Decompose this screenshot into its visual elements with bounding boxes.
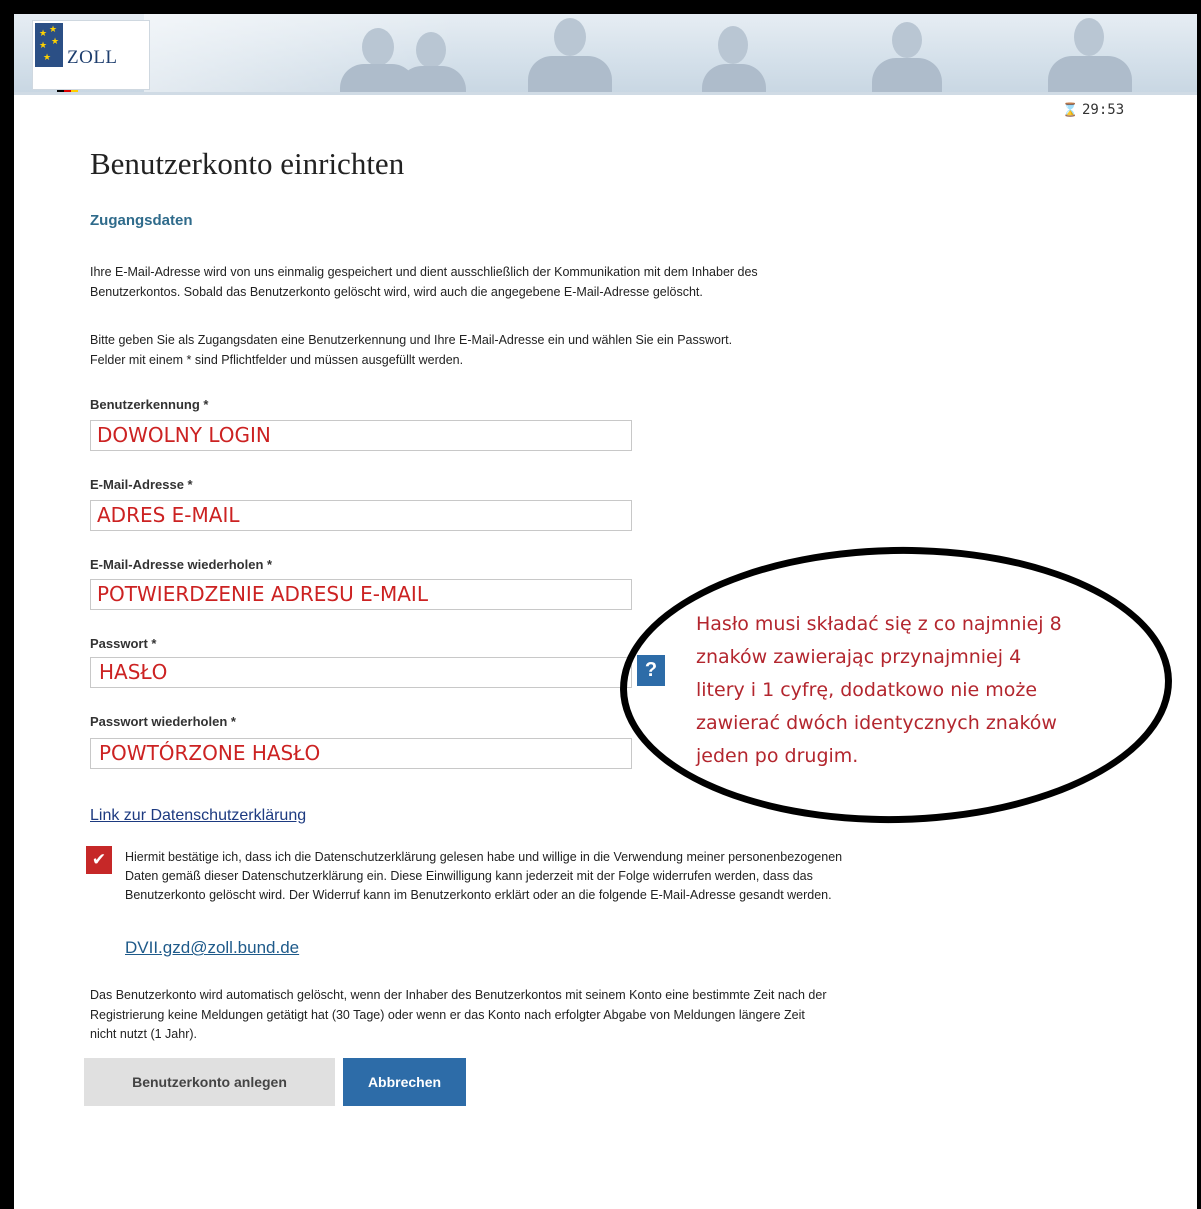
annotation-text: Hasło musi składać się z co najmniej 8 z… [696,608,1136,773]
banner-person-image [522,16,618,92]
eu-emblem-icon: ★ ★ ★ ★ ★ [35,23,63,67]
screenshot-frame-right [1197,0,1201,1209]
zoll-logo[interactable]: ★ ★ ★ ★ ★ ZOLL [32,20,150,92]
deletion-line: nicht nutzt (1 Jahr). [90,1027,197,1041]
username-label: Benutzerkennung * [90,397,209,412]
consent-text: Hiermit bestätige ich, dass ich die Date… [125,848,1035,905]
email-label: E-Mail-Adresse * [90,477,193,492]
consent-line: Benutzerkonto gelöscht wird. Der Widerru… [125,888,832,902]
annotation-line: Hasło musi składać się z co najmniej 8 [696,613,1062,635]
password-repeat-label: Passwort wiederholen * [90,714,236,729]
session-timer: ⌛ 29:53 [1062,102,1124,118]
contact-email-link[interactable]: DVII.gzd@zoll.bund.de [125,938,299,958]
email-repeat-label: E-Mail-Adresse wiederholen * [90,557,273,572]
screenshot-frame-top [0,0,1201,14]
privacy-policy-link[interactable]: Link zur Datenschutzerklärung [90,807,306,825]
checkmark-icon: ✔ [91,850,107,869]
email-input[interactable]: ADRES E-MAIL [90,500,632,531]
annotation-line: zawierać dwóch identycznych znaków [696,712,1057,734]
instructions-text: Bitte geben Sie als Zugangsdaten eine Be… [90,330,960,370]
instructions-line: Felder mit einem * sind Pflichtfelder un… [90,353,464,367]
intro-line: Benutzerkontos. Sobald das Benutzerkonto… [90,285,703,299]
banner-person-image [392,28,472,92]
logo-text: ZOLL [67,47,118,68]
deletion-line: Registrierung keine Meldungen getätigt h… [90,1007,805,1022]
consent-line: Daten gemäß dieser Datenschutzerklärung … [125,869,813,883]
cancel-button[interactable]: Abbrechen [343,1058,466,1106]
intro-line: Ihre E-Mail-Adresse wird von uns einmali… [90,265,758,279]
timer-value: 29:53 [1082,102,1125,118]
deletion-line: Das Benutzerkonto wird automatisch gelös… [90,988,827,1002]
annotation-line: litery i 1 cyfrę, dodatkowo nie może [696,679,1038,701]
page-title: Benutzerkonto einrichten [90,146,405,181]
banner-person-image [694,22,774,92]
consent-checkbox[interactable]: ✔ [86,846,112,874]
header-banner: ★ ★ ★ ★ ★ ZOLL [14,14,1197,95]
screenshot-frame-left [0,0,14,1209]
password-repeat-input[interactable]: POWTÓRZONE HASŁO [90,738,632,769]
annotation-line: znaków zawierając przynajmniej 4 [696,646,1022,668]
deletion-notice: Das Benutzerkonto wird automatisch gelös… [90,986,1020,1045]
banner-person-image [1040,16,1140,92]
section-heading: Zugangsdaten [90,212,193,229]
german-flag-icon [57,81,79,92]
banner-person-image [864,18,950,92]
hourglass-icon: ⌛ [1062,103,1079,118]
create-account-button[interactable]: Benutzerkonto anlegen [84,1058,335,1106]
password-label: Passwort * [90,636,157,651]
consent-line: Hiermit bestätige ich, dass ich die Date… [125,850,843,864]
annotation-line: jeden po drugim. [696,745,859,767]
password-input[interactable]: HASŁO [90,657,632,688]
instructions-line: Bitte geben Sie als Zugangsdaten eine Be… [90,333,733,347]
username-input[interactable]: DOWOLNY LOGIN [90,420,632,451]
email-repeat-input[interactable]: POTWIERDZENIE ADRESU E-MAIL [90,579,632,610]
intro-text: Ihre E-Mail-Adresse wird von uns einmali… [90,262,960,302]
